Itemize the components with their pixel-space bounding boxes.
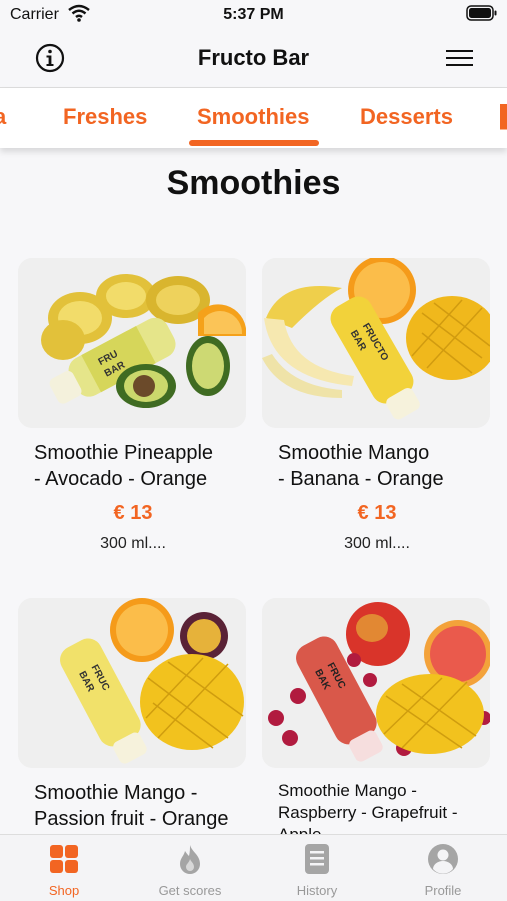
section-title: Smoothies — [166, 164, 341, 202]
app-title: Fructo Bar — [197, 45, 310, 70]
tab-partial-prev[interactable]: a — [0, 104, 6, 130]
tab-label: History — [296, 883, 338, 898]
tab-profile[interactable]: Profile — [393, 835, 493, 901]
product-card[interactable]: FRUCTO BAR Smoothie Mango - Banana - Ora… — [262, 258, 492, 553]
product-price: € 13 — [113, 502, 153, 524]
tab-get-scores[interactable]: Get scores — [140, 835, 240, 901]
hamburger-menu-icon — [446, 50, 473, 66]
product-image: FRUC BAR — [18, 598, 246, 768]
category-tabs: a Freshes Smoothies Desserts ▋ — [0, 88, 507, 148]
product-name: Smoothie Pineapple - Avocado - Orange — [34, 442, 214, 490]
tab-history[interactable]: History — [267, 835, 367, 901]
product-price: € 13 — [357, 502, 397, 524]
status-bar: Carrier 5:37 PM — [0, 0, 507, 30]
bottom-tab-bar: Shop Get scores History Profile — [0, 834, 507, 901]
product-description: 300 ml.... — [344, 535, 410, 552]
product-image: FRUC BAK — [262, 598, 490, 768]
tab-freshes[interactable]: Freshes — [63, 104, 147, 130]
nav-bar: Fructo Bar — [0, 30, 507, 88]
product-image: FRU BAR — [18, 258, 246, 428]
clock: 5:37 PM — [223, 6, 284, 23]
menu-button[interactable] — [445, 48, 475, 70]
product-name: Smoothie Mango - Passion fruit - Orange — [34, 782, 229, 830]
product-image: FRUCTO BAR — [262, 258, 490, 428]
active-tab-indicator — [189, 140, 319, 146]
tab-desserts[interactable]: Desserts — [360, 104, 453, 130]
product-card[interactable]: FRUC BAR Smoothie Mango - Passion fruit … — [18, 598, 248, 832]
tab-label: Shop — [48, 883, 80, 898]
history-list-icon — [305, 844, 329, 874]
product-card[interactable]: FRU BAR Smoothie Pineapple - Avocado - O… — [18, 258, 248, 553]
tab-shop[interactable]: Shop — [14, 835, 114, 901]
profile-icon — [428, 844, 458, 874]
shop-grid-icon — [50, 845, 78, 873]
product-description: 300 ml.... — [100, 535, 166, 552]
tab-label: Get scores — [158, 883, 222, 898]
flame-icon — [180, 845, 200, 874]
tab-label: Profile — [424, 883, 462, 898]
product-name: Smoothie Mango - Banana - Orange — [278, 442, 444, 490]
tab-smoothies[interactable]: Smoothies — [197, 104, 309, 130]
product-card[interactable]: FRUC BAK Smoothie Mango - Raspberry - Gr… — [262, 598, 492, 846]
battery-icon — [466, 5, 498, 26]
tab-partial-next[interactable]: ▋ — [500, 104, 507, 130]
